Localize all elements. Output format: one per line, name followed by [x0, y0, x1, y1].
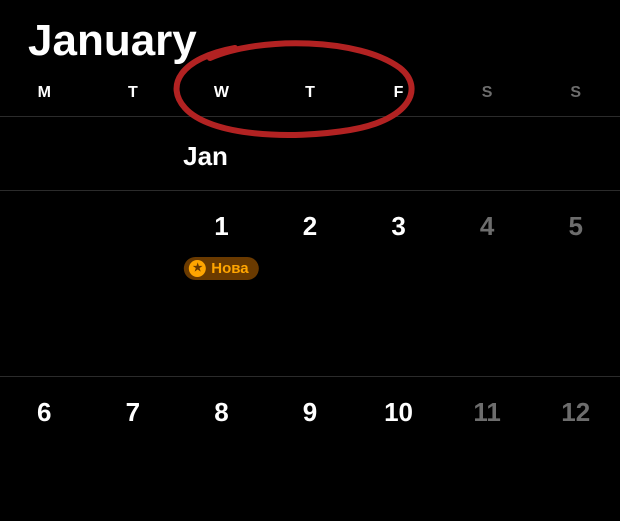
weekday-mon: M	[0, 84, 89, 102]
day-cell-3[interactable]: 3	[354, 191, 443, 242]
day-cell-4[interactable]: 4	[443, 191, 532, 242]
day-cell-8[interactable]: 8	[177, 377, 266, 428]
weekday-sat: S	[443, 84, 532, 102]
day-cell-9[interactable]: 9	[266, 377, 355, 428]
star-icon: ★	[189, 260, 206, 277]
weekday-sun: S	[531, 84, 620, 102]
week-row-1: 1 ★ Нова 2 3 4 5	[0, 191, 620, 377]
weekday-wed: W	[177, 84, 266, 102]
day-cell-7[interactable]: 7	[89, 377, 178, 428]
day-cell-1[interactable]: 1 ★ Нова	[177, 191, 266, 242]
month-short-label: Jan	[177, 117, 266, 190]
event-label: Нова	[211, 260, 248, 277]
day-cell-12[interactable]: 12	[531, 377, 620, 428]
day-cell-11[interactable]: 11	[443, 377, 532, 428]
day-number: 1	[214, 211, 228, 241]
week-row-2: 6 7 8 9 10 11 12	[0, 377, 620, 507]
event-badge[interactable]: ★ Нова	[184, 257, 258, 280]
day-cell-empty[interactable]	[0, 191, 89, 211]
weekday-thu: T	[266, 84, 355, 102]
weekday-header-row: M T W T F S S	[0, 76, 620, 117]
day-cell-empty[interactable]	[89, 191, 178, 211]
day-cell-6[interactable]: 6	[0, 377, 89, 428]
day-cell-5[interactable]: 5	[531, 191, 620, 242]
weekday-fri: F	[354, 84, 443, 102]
month-title[interactable]: January	[0, 0, 620, 76]
month-subheading-row: Jan	[0, 117, 620, 191]
weekday-tue: T	[89, 84, 178, 102]
day-cell-2[interactable]: 2	[266, 191, 355, 242]
day-cell-10[interactable]: 10	[354, 377, 443, 428]
